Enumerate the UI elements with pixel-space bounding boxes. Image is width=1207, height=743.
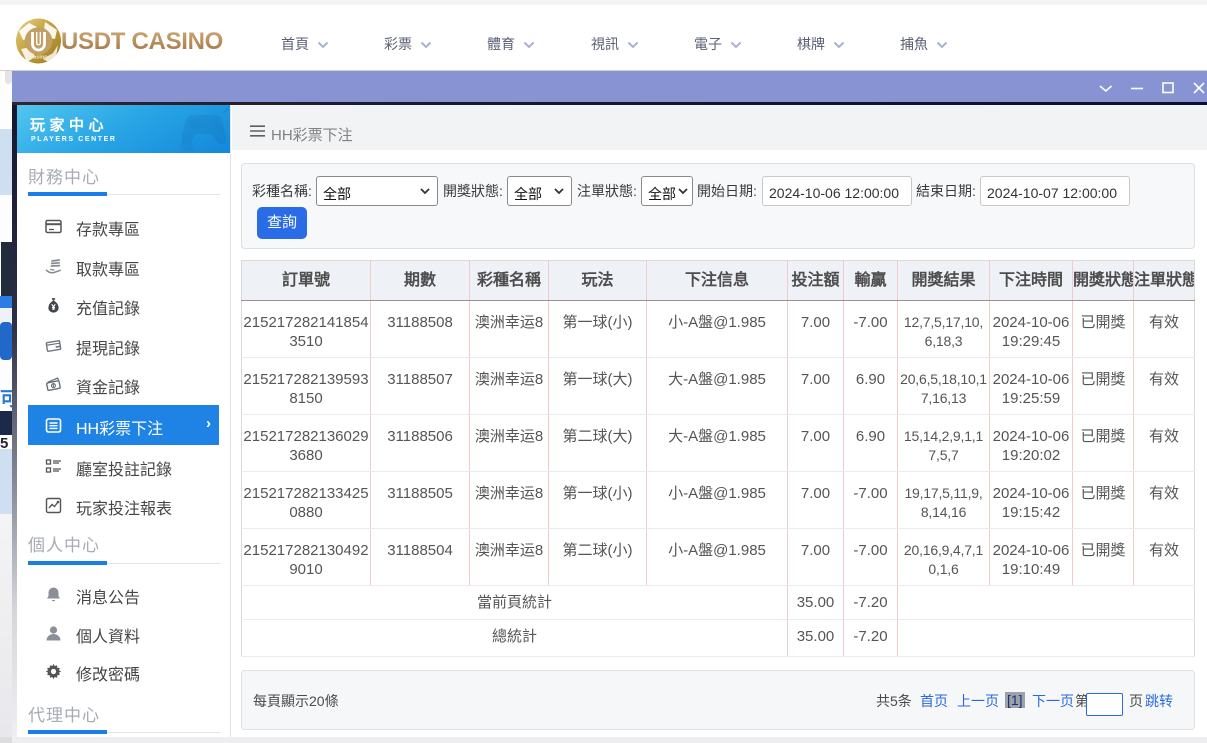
svg-text:Casino: Casino [29, 55, 48, 61]
